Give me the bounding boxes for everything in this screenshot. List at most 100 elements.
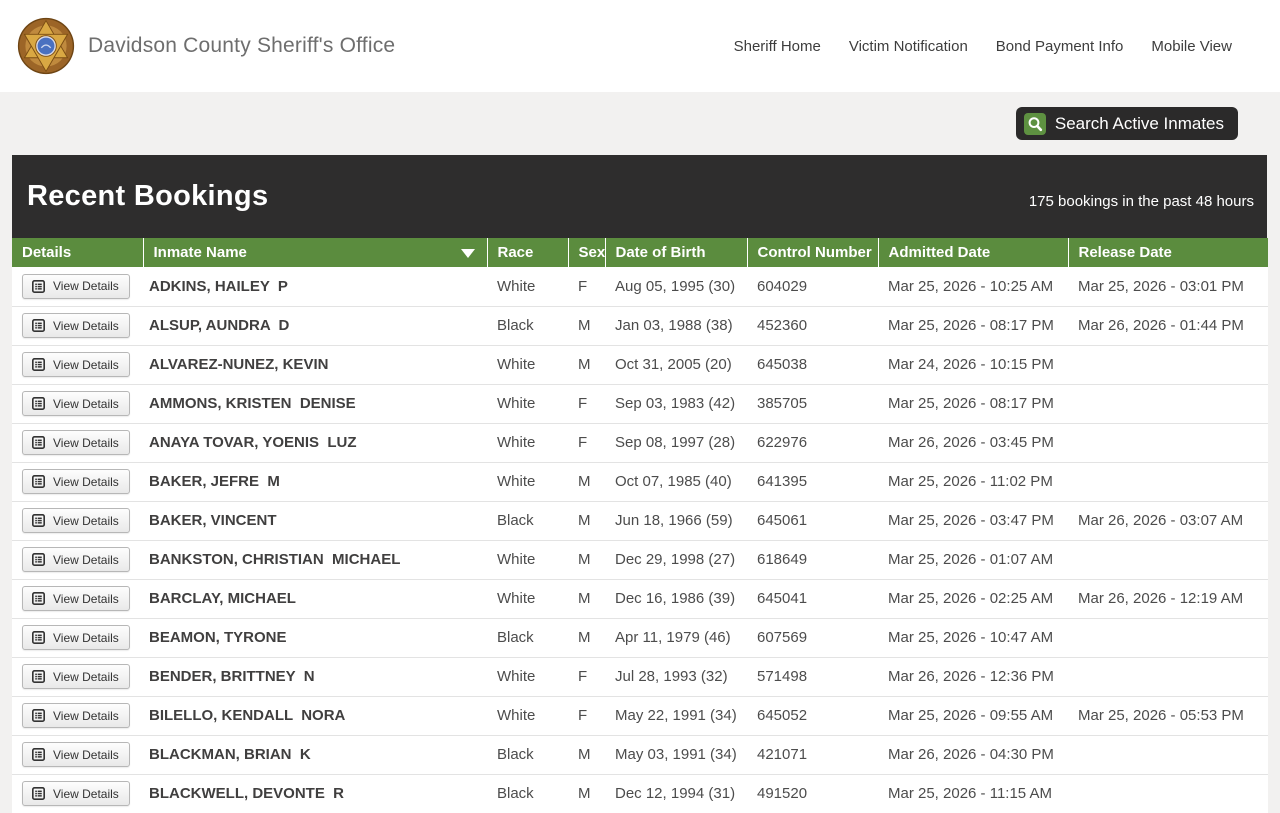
release-date-cell [1068, 773, 1268, 813]
inmate-name-cell: BANKSTON, CHRISTIAN MICHAEL [143, 539, 487, 579]
view-details-button[interactable]: View Details [22, 430, 130, 455]
view-details-button[interactable]: View Details [22, 352, 130, 377]
admitted-date-cell: Mar 25, 2026 - 03:47 PM [878, 500, 1068, 540]
list-icon [32, 670, 45, 683]
release-date-cell [1068, 383, 1268, 423]
view-details-button[interactable]: View Details [22, 664, 130, 689]
view-details-button[interactable]: View Details [22, 781, 130, 807]
table-row: View Details BAKER, JEFRE M White M Oct 07, … [12, 461, 1268, 501]
sex-cell: M [568, 500, 605, 540]
details-cell: View Details [12, 539, 143, 579]
column-header-release-date[interactable]: Release Date [1067, 238, 1268, 267]
view-details-button[interactable]: View Details [22, 742, 130, 767]
inmate-name-cell: BLACKMAN, BRIAN K [143, 734, 487, 774]
details-cell: View Details [12, 461, 143, 501]
view-details-label: View Details [53, 279, 119, 294]
view-details-button[interactable]: View Details [22, 586, 130, 611]
dob-cell: Jun 18, 1966 (59) [605, 500, 747, 540]
table-row: View Details ANAYA TOVAR, YOENIS LUZ White… [12, 422, 1268, 462]
view-details-label: View Details [53, 513, 119, 528]
page-title: Davidson County Sheriff's Office [88, 34, 396, 57]
table-row: View Details BLACKMAN, BRIAN K Black M May 0… [12, 734, 1268, 774]
main-nav: Sheriff Home Victim Notification Bond Paym… [734, 38, 1232, 55]
view-details-button[interactable]: View Details [22, 391, 130, 416]
view-details-button[interactable]: View Details [22, 625, 130, 650]
release-date-cell: Mar 26, 2026 - 01:44 PM [1068, 305, 1268, 345]
nav-link-bond-payment-info[interactable]: Bond Payment Info [996, 38, 1124, 55]
list-icon [32, 475, 45, 488]
column-header-date-of-birth[interactable]: Date of Birth [604, 238, 747, 267]
nav-link-mobile-view[interactable]: Mobile View [1151, 38, 1232, 55]
control-number-cell: 421071 [747, 734, 878, 774]
control-number-cell: 607569 [747, 617, 878, 657]
sex-cell: F [578, 277, 588, 295]
bookings-panel: Recent Bookings 175 bookings in the past… [12, 155, 1268, 813]
details-cell: View Details [12, 344, 143, 384]
view-details-button[interactable]: View Details [22, 508, 130, 533]
sex-cell: M [568, 578, 605, 618]
table-row: View Details BLACKWELL, DEVONTE R Black M De… [12, 773, 1268, 813]
control-number-cell: 385705 [747, 383, 878, 423]
nav-link-sheriff-home[interactable]: Sheriff Home [734, 38, 821, 55]
search-active-inmates-button[interactable]: Search Active Inmates [1015, 107, 1238, 140]
release-date-cell [1068, 461, 1268, 501]
sex-cell: F [568, 383, 605, 423]
view-details-button[interactable]: View Details [22, 547, 130, 572]
view-details-button[interactable]: View Details [22, 703, 130, 728]
inmate-name-cell: ALSUP, AUNDRA D [143, 305, 487, 345]
inmate-name-cell: BARCLAY, MICHAEL [143, 578, 487, 618]
dob-cell: May 22, 1991 (34) [605, 695, 747, 735]
bookings-title: Recent Bookings [27, 180, 269, 212]
table-row: View Details ADKINS, HAILEY P White F Aug 05… [12, 267, 1268, 306]
sex-cell: M [568, 305, 605, 345]
details-cell: View Details [12, 578, 143, 618]
view-details-label: View Details [53, 630, 119, 645]
column-header-details[interactable]: Details [12, 238, 143, 267]
table-row: View Details AMMONS, KRISTEN DENISE White F… [12, 383, 1268, 423]
race-cell: Black [487, 773, 568, 813]
admitted-date-cell: Mar 25, 2026 - 10:47 AM [878, 617, 1068, 657]
details-cell: View Details [12, 656, 143, 696]
sex-cell: M [568, 617, 605, 657]
details-cell: View Details [12, 305, 143, 345]
view-details-label: View Details [53, 474, 119, 489]
release-date-cell: Mar 26, 2026 - 12:19 AM [1068, 578, 1268, 618]
list-icon [32, 397, 45, 410]
nav-link-victim-notification[interactable]: Victim Notification [849, 38, 968, 55]
dob-cell: Dec 16, 1986 (39) [605, 578, 747, 618]
details-cell: View Details [12, 734, 143, 774]
control-number-cell: 645052 [747, 695, 878, 735]
list-icon [32, 279, 45, 293]
release-date-cell [1068, 539, 1268, 579]
admitted-date-cell: Mar 25, 2026 - 08:17 PM [878, 305, 1068, 345]
column-header-sex[interactable]: Sex [567, 238, 605, 267]
list-icon [32, 436, 45, 449]
column-header-race[interactable]: Race [486, 238, 568, 267]
view-details-button[interactable]: View Details [22, 313, 130, 338]
race-cell: White [487, 539, 568, 579]
details-cell: View Details [12, 500, 143, 540]
release-date-cell: Mar 26, 2026 - 03:07 AM [1068, 500, 1268, 540]
column-header-control-number[interactable]: Control Number [746, 238, 878, 267]
details-cell: View Details [12, 267, 143, 306]
list-icon [32, 592, 45, 605]
sex-cell: F [568, 422, 605, 462]
details-cell: View Details [12, 617, 143, 657]
admitted-date-cell: Mar 25, 2026 - 02:25 AM [878, 578, 1068, 618]
race-cell: White [487, 578, 568, 618]
control-number-cell: 452360 [747, 305, 878, 345]
sex-cell: M [568, 734, 605, 774]
admitted-date-cell: Mar 26, 2026 - 03:45 PM [878, 422, 1068, 462]
race-cell: White [487, 422, 568, 462]
view-details-button[interactable]: View Details [22, 469, 130, 494]
release-date-cell [1068, 344, 1268, 384]
admitted-date-cell: Mar 25, 2026 - 11:15 AM [878, 773, 1068, 813]
column-header-inmate-name[interactable]: Inmate Name [142, 238, 487, 267]
bookings-summary: 175 bookings in the past 48 hours [1028, 193, 1254, 210]
view-details-button[interactable]: View Details [22, 273, 130, 299]
table-row: View Details ALSUP, AUNDRA D Black M Jan 03,… [12, 305, 1268, 345]
inmate-name-cell: ALVAREZ-NUNEZ, KEVIN [143, 344, 487, 384]
race-cell: White [487, 383, 568, 423]
table-row: View Details BENDER, BRITTNEY N White F Jul … [12, 656, 1268, 696]
column-header-admitted-date[interactable]: Admitted Date [877, 238, 1068, 267]
